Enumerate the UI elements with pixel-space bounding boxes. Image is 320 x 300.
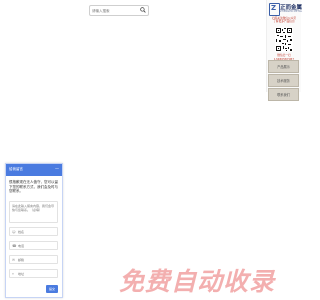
brand-subtitle: ZHENGER METAL (280, 10, 303, 13)
contact-line-2: 了解更多产品信息 (273, 19, 295, 24)
email-icon: ✉ (12, 258, 15, 262)
phone-field[interactable]: ☎ (9, 241, 58, 250)
phone-input[interactable] (18, 242, 56, 249)
submit-button[interactable]: 提交 (46, 285, 58, 293)
side-nav: 产品展示 技术服务 联系我们 (267, 60, 300, 102)
sidenav-item-service[interactable]: 技术服务 (268, 74, 299, 87)
search-icon[interactable] (140, 7, 146, 13)
contact-text: 扫码关注微信公众号 了解更多产品信息 (267, 16, 301, 24)
sidenav-item-products[interactable]: 产品展示 (268, 60, 299, 73)
address-field[interactable]: ⌖ (9, 269, 58, 278)
logo-mark-text: Z (271, 4, 277, 12)
name-input[interactable] (18, 228, 56, 235)
sidenav-item-contact[interactable]: 联系我们 (268, 88, 299, 101)
search-box (89, 5, 149, 16)
location-icon: ⌖ (12, 272, 14, 276)
leave-message-panel: 给我留言 — 很抱歉现在无人值守，您可以留下您的联系方式，我们会及时与您联系。 … (5, 163, 63, 298)
minimize-icon[interactable]: — (55, 166, 59, 171)
email-field[interactable]: ✉ (9, 255, 58, 264)
panel-title: 给我留言 (9, 167, 23, 171)
email-input[interactable] (18, 256, 56, 263)
address-input[interactable] (18, 270, 56, 277)
message-textarea[interactable] (9, 201, 58, 223)
panel-header: 给我留言 — (6, 164, 62, 176)
user-icon: ☺ (12, 230, 16, 234)
watermark-text: 免费自动收录 (119, 267, 276, 296)
name-field[interactable]: ☺ (9, 227, 58, 236)
phone-icon: ☎ (12, 244, 17, 248)
brand-logo: Z 正而金属 ZHENGER METAL (269, 3, 303, 17)
panel-message: 很抱歉现在无人值守，您可以留下您的联系方式，我们会及时与您联系。 (9, 180, 58, 194)
search-input[interactable] (92, 6, 136, 15)
logo-icon: Z (269, 3, 280, 16)
qr-code-icon (275, 27, 293, 52)
